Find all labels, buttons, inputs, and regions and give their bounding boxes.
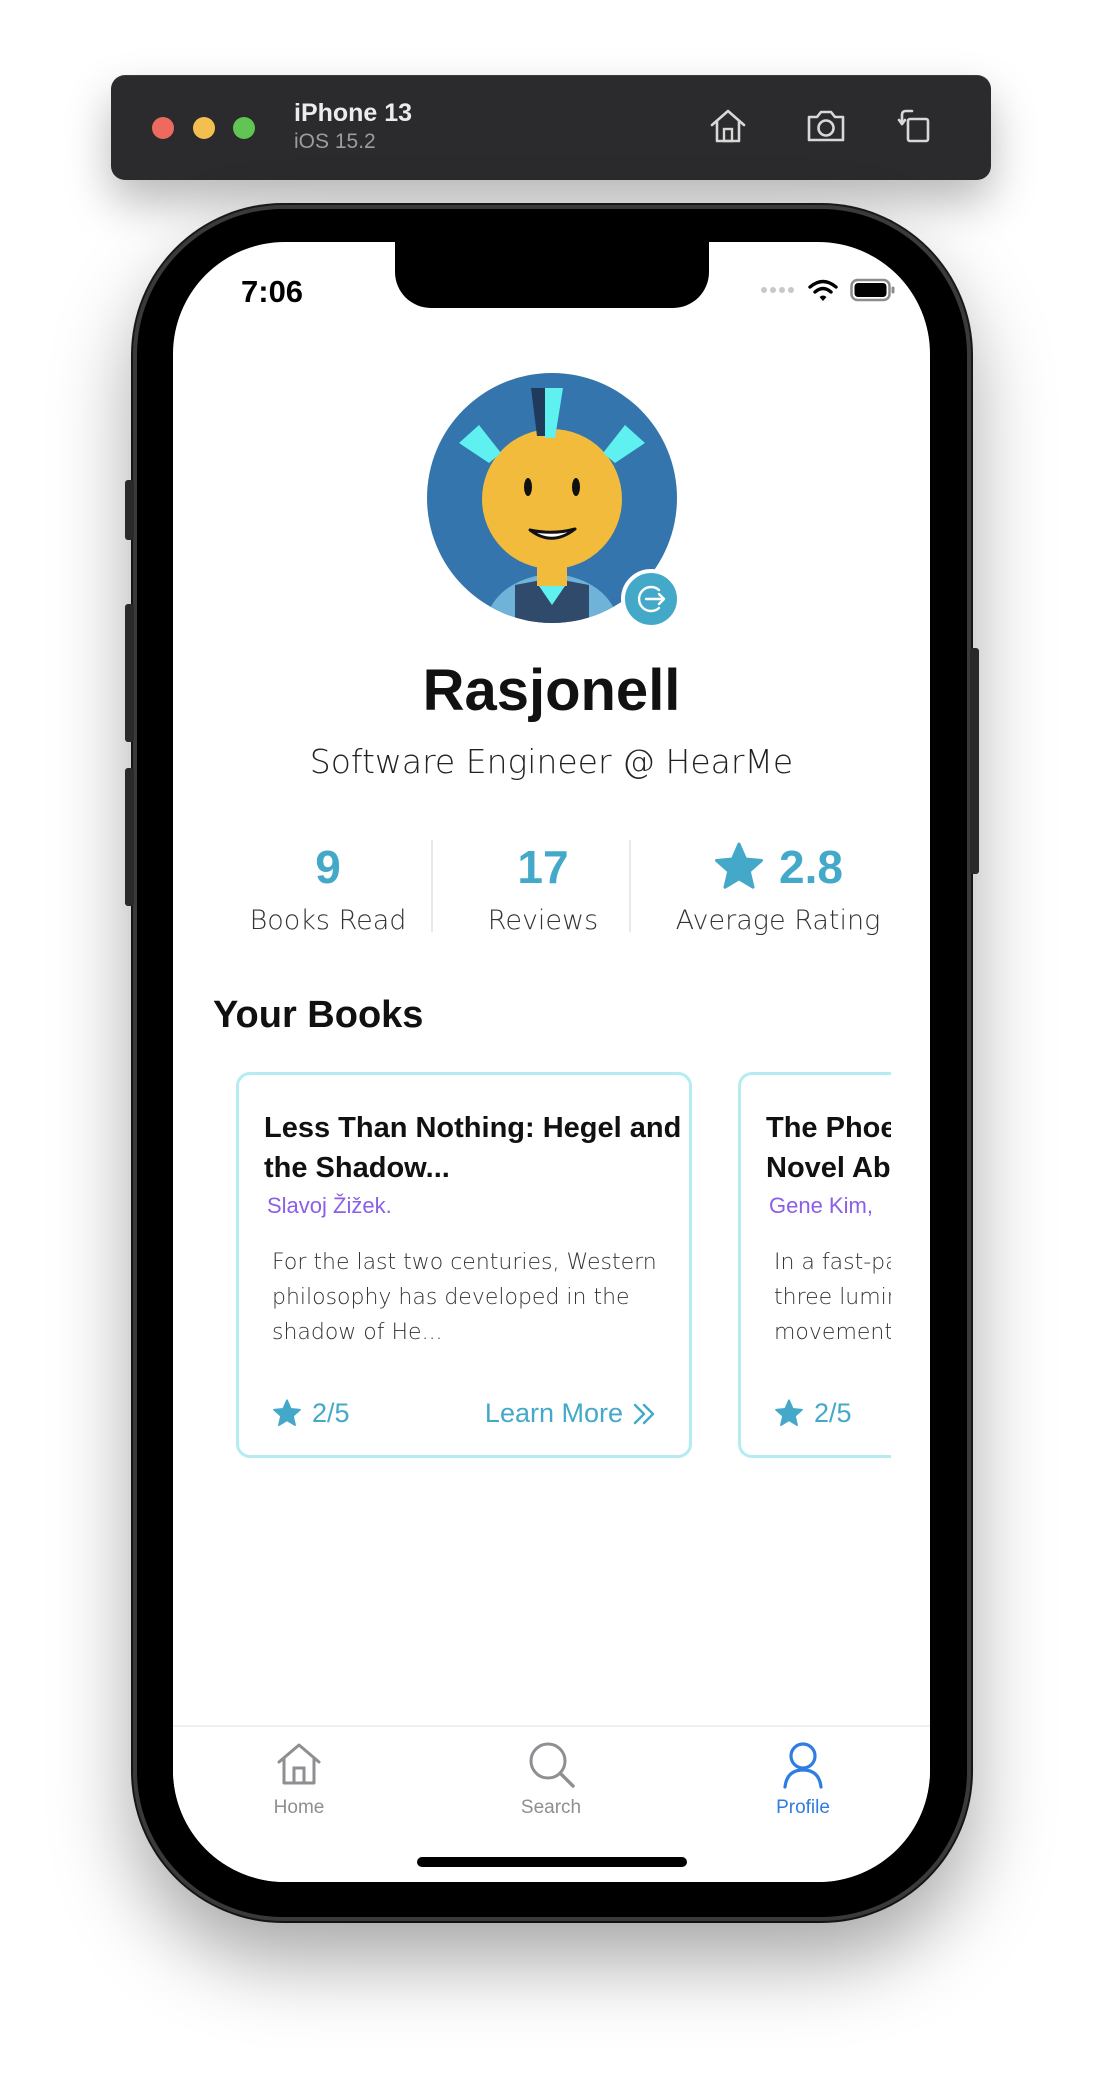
simulator-os-version: iOS 15.2 bbox=[294, 130, 376, 153]
rotate-icon bbox=[897, 109, 930, 143]
book-description: In a fast-pa three lumin movement. bbox=[774, 1250, 891, 1345]
stat-label: Books Read bbox=[249, 905, 407, 936]
star-icon bbox=[273, 1399, 301, 1427]
screenshot-button[interactable] bbox=[801, 101, 851, 151]
notch bbox=[395, 242, 709, 308]
star-icon bbox=[775, 1399, 803, 1427]
star-icon bbox=[715, 842, 764, 889]
stat-reviews: 17 Reviews bbox=[458, 837, 628, 936]
tab-home[interactable]: Home bbox=[229, 1737, 369, 1819]
tab-home-label: Home bbox=[273, 1797, 325, 1818]
wifi-icon bbox=[808, 279, 838, 301]
learn-more-button[interactable]: Learn More bbox=[485, 1398, 657, 1429]
home-icon bbox=[710, 109, 746, 143]
zoom-window-button[interactable] bbox=[233, 117, 255, 139]
logout-button[interactable] bbox=[621, 569, 681, 629]
book-rating: 2/5 bbox=[272, 1398, 350, 1429]
stat-label: Reviews bbox=[487, 905, 599, 936]
close-window-button[interactable] bbox=[152, 117, 174, 139]
book-description: For the last two centuries, Western phil… bbox=[272, 1250, 657, 1345]
minimize-window-button[interactable] bbox=[193, 117, 215, 139]
profile-subtitle: Software Engineer @ HearMe bbox=[309, 742, 794, 781]
search-icon bbox=[529, 1742, 575, 1788]
rotate-button[interactable] bbox=[891, 101, 941, 151]
double-chevron-right-icon bbox=[633, 1403, 655, 1424]
learn-more-label: Learn More bbox=[484, 1398, 623, 1428]
tab-profile[interactable]: Profile bbox=[733, 1737, 873, 1819]
stat-value: 17 bbox=[517, 841, 569, 893]
book-author: Slavoj Žižek. bbox=[267, 1193, 392, 1218]
home-button[interactable] bbox=[703, 101, 753, 151]
home-indicator[interactable] bbox=[417, 1857, 687, 1867]
status-icons bbox=[760, 278, 896, 302]
simulator-device-name: iPhone 13 bbox=[294, 99, 413, 127]
book-title: The Phoe Novel Ab bbox=[766, 1112, 891, 1184]
cellular-signal-icon bbox=[761, 287, 794, 293]
book-rating: 2/5 bbox=[774, 1398, 852, 1429]
book-card[interactable]: The Phoe Novel Ab Gene Kim, In a fast-pa… bbox=[738, 1072, 891, 1458]
book-rating-value: 2/5 bbox=[814, 1398, 852, 1428]
book-rating-value: 2/5 bbox=[312, 1398, 350, 1428]
logout-icon bbox=[637, 585, 666, 613]
stat-divider bbox=[629, 840, 631, 932]
stat-label: Average Rating bbox=[675, 905, 881, 936]
home-icon bbox=[277, 1743, 321, 1785]
camera-icon bbox=[807, 110, 845, 142]
book-author: Gene Kim, bbox=[769, 1193, 873, 1218]
phone-screen: 7:06 Rasjonell Software Engineer @ HearM… bbox=[173, 242, 930, 1882]
stat-average-rating: 2.8 Average Rating bbox=[663, 837, 893, 936]
battery-icon bbox=[850, 278, 895, 302]
status-time: 7:06 bbox=[241, 274, 304, 309]
volume-down-button bbox=[125, 768, 134, 906]
book-title: Less Than Nothing: Hegel and the Shadow.… bbox=[264, 1112, 682, 1184]
tab-profile-label: Profile bbox=[776, 1797, 830, 1818]
tab-search-label: Search bbox=[520, 1797, 582, 1818]
profile-name: Rasjonell bbox=[422, 658, 681, 723]
stat-books-read: 9 Books Read bbox=[223, 837, 433, 936]
simulator-toolbar: iPhone 13 iOS 15.2 bbox=[111, 75, 991, 180]
power-button bbox=[970, 648, 979, 874]
tab-search[interactable]: Search bbox=[481, 1737, 621, 1819]
stat-value: 2.8 bbox=[779, 841, 843, 893]
volume-up-button bbox=[125, 604, 134, 742]
profile-icon bbox=[783, 1742, 823, 1789]
mute-switch bbox=[125, 480, 134, 540]
stat-value-row: 2.8 bbox=[663, 837, 893, 897]
stat-divider bbox=[431, 840, 433, 932]
books-carousel[interactable]: Less Than Nothing: Hegel and the Shadow.… bbox=[173, 1072, 891, 1472]
your-books-heading: Your Books bbox=[213, 994, 424, 1036]
stat-value: 9 bbox=[315, 841, 341, 893]
book-card[interactable]: Less Than Nothing: Hegel and the Shadow.… bbox=[236, 1072, 692, 1458]
